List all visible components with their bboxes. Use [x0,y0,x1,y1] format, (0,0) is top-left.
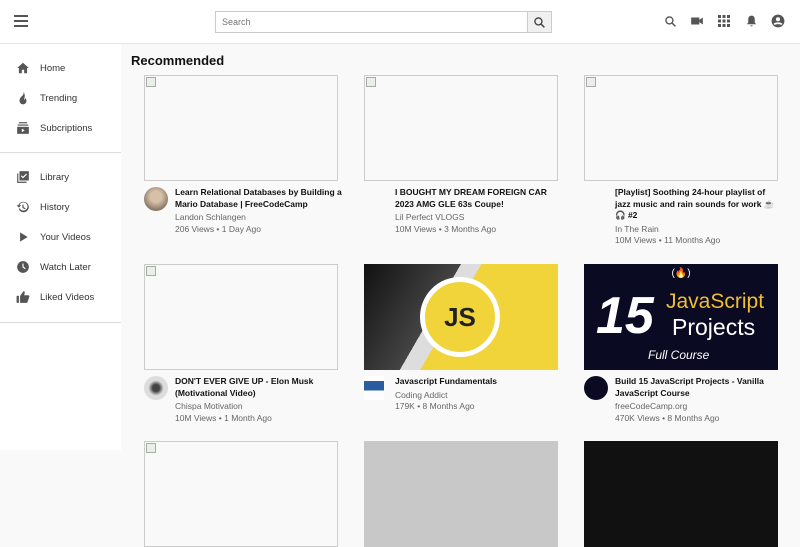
account-icon[interactable] [770,13,786,29]
thumb-number: 15 [596,287,654,345]
history-icon [16,201,29,213]
channel-avatar[interactable] [144,376,168,400]
video-thumbnail[interactable]: (🔥) 15 JavaScript Projects Full Course [584,264,778,370]
sidebar-item-home[interactable]: Home [0,55,121,81]
thumbs-up-icon [16,291,30,303]
channel-avatar[interactable] [364,187,388,211]
video-thumbnail[interactable] [364,75,558,181]
sidebar-item-label: Library [40,171,70,183]
video-title[interactable]: [Playlist] Soothing 24-hour playlist of … [615,187,783,222]
js-logo: JS [420,277,500,357]
sidebar-item-library[interactable]: Library [0,164,121,190]
channel-name[interactable]: Landon Schlangen [175,212,343,224]
sidebar-item-label: Liked Videos [40,291,95,303]
top-bar [0,0,800,44]
library-icon [17,171,29,183]
channel-avatar[interactable] [584,376,608,400]
sidebar-item-subscriptions[interactable]: Subcriptions [0,115,121,141]
play-icon [20,232,28,242]
video-title[interactable]: I BOUGHT MY DREAM FOREIGN CAR 2023 AMG G… [395,187,563,210]
sidebar-item-history[interactable]: History [0,194,121,220]
sidebar-item-label: Your Videos [40,231,91,243]
sidebar-item-label: History [40,201,70,213]
sidebar: Home Trending Subcriptions Library Histo… [0,44,121,450]
sidebar-item-label: Watch Later [40,261,91,273]
video-meta: 206 Views • 1 Day Ago [175,223,261,234]
video-thumbnail[interactable] [144,264,338,370]
channel-name[interactable]: Chispa Motivation [175,401,343,413]
video-meta: 10M Views • 1 Month Ago [175,412,272,423]
sidebar-item-liked-videos[interactable]: Liked Videos [0,284,121,310]
video-card[interactable]: I BOUGHT MY DREAM FOREIGN CAR 2023 AMG G… [364,75,564,235]
video-thumbnail[interactable] [144,75,338,181]
sidebar-item-trending[interactable]: Trending [0,85,121,111]
channel-name[interactable]: Coding Addict [395,390,563,402]
video-title[interactable]: Learn Relational Databases by Building a… [175,187,343,210]
video-card[interactable] [144,441,344,547]
sidebar-item-label: Subcriptions [40,122,93,134]
video-title[interactable]: Javascript Fundamentals [395,376,563,388]
video-camera-icon[interactable] [689,13,705,29]
subscriptions-icon [17,122,29,134]
page-title: Recommended [131,53,225,68]
video-card[interactable]: JS Javascript Fundamentals Coding Addict 1… [364,264,564,413]
sidebar-item-label: Home [40,62,66,74]
sidebar-item-watch-later[interactable]: Watch Later [0,254,121,280]
sidebar-item-your-videos[interactable]: Your Videos [0,224,121,250]
video-card[interactable]: (🔥) 15 JavaScript Projects Full Course B… [584,264,784,424]
channel-avatar[interactable] [584,187,608,211]
video-title[interactable]: Build 15 JavaScript Projects - Vanilla J… [615,376,783,399]
video-thumbnail[interactable] [144,441,338,547]
video-meta: 179K • 8 Months Ago [395,401,475,411]
video-thumbnail[interactable] [584,75,778,181]
video-meta: 470K Views • 8 Months Ago [615,412,720,423]
channel-avatar[interactable] [364,376,384,400]
search-icon [534,16,545,28]
apps-icon[interactable] [716,13,732,29]
search-bar [215,11,552,33]
sidebar-divider [0,322,121,323]
search-input[interactable] [216,12,527,32]
video-thumbnail[interactable]: JS [364,264,558,370]
bell-icon[interactable] [743,13,759,29]
sidebar-item-label: Trending [40,92,78,104]
fire-icon [19,91,27,105]
menu-icon[interactable] [14,15,28,27]
video-thumbnail[interactable] [364,441,558,547]
video-meta: 10M Views • 11 Months Ago [615,235,721,245]
home-icon [17,62,29,74]
thumb-subtitle: Full Course [648,348,710,362]
fcc-logo: (🔥) [671,268,691,279]
thumb-line1: JavaScript [666,290,765,313]
video-title[interactable]: DON'T EVER GIVE UP - Elon Musk (Motivati… [175,376,343,399]
channel-name[interactable]: In The Rain [615,224,783,236]
channel-name[interactable]: freeCodeCamp.org [615,401,783,413]
video-card[interactable] [364,441,564,547]
channel-name[interactable]: Lil Perfect VLOGS [395,212,563,224]
sidebar-divider [0,152,121,153]
video-meta: 10M Views • 3 Months Ago [395,223,497,234]
thumb-line2: Projects [672,314,756,340]
search-button[interactable] [527,12,551,32]
video-card[interactable] [584,441,784,547]
video-card[interactable]: [Playlist] Soothing 24-hour playlist of … [584,75,784,247]
video-card[interactable]: DON'T EVER GIVE UP - Elon Musk (Motivati… [144,264,344,424]
video-card[interactable]: Learn Relational Databases by Building a… [144,75,344,235]
clock-icon [17,261,29,273]
video-thumbnail[interactable] [584,441,778,547]
search-icon[interactable] [662,13,678,29]
channel-avatar[interactable] [144,187,168,211]
